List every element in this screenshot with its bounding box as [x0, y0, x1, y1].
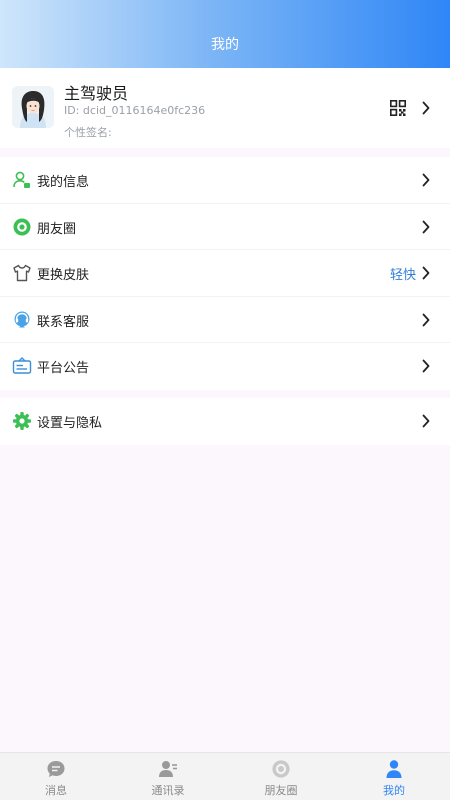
chevron-right-icon — [422, 220, 430, 233]
page-title: 我的 — [211, 37, 239, 53]
chevron-right-icon — [422, 266, 430, 280]
chevron-right-icon — [422, 173, 430, 187]
profile-name: 主驾驶员 — [64, 84, 129, 103]
menu-item-customer-service[interactable]: 联系客服 — [0, 297, 450, 344]
tab-label: 我的 — [383, 784, 405, 797]
announcement-icon — [12, 357, 32, 375]
skin-value: 轻快 — [389, 268, 416, 284]
qr-code-icon[interactable] — [390, 100, 406, 116]
chevron-right-icon — [422, 359, 430, 373]
menu-label: 联系客服 — [37, 314, 90, 330]
menu-label: 平台公告 — [37, 361, 90, 377]
tshirt-icon — [13, 264, 31, 282]
tab-label: 通讯录 — [151, 784, 185, 797]
app-header: 我的 — [0, 0, 450, 68]
settings-icon — [13, 412, 31, 430]
customer-service-icon — [14, 311, 30, 328]
menu-item-my-info[interactable]: 我的信息 — [0, 157, 450, 204]
tab-me[interactable]: 我的 — [338, 753, 450, 800]
profile-id: ID: dcid_0116164e0fc236 — [64, 104, 206, 117]
chevron-right-icon — [422, 313, 430, 327]
menu-item-moments[interactable]: 朋友圈 — [0, 204, 450, 251]
contacts-icon — [159, 761, 177, 777]
user-info-icon — [13, 171, 30, 188]
menu-label: 朋友圈 — [37, 221, 77, 237]
menu-item-settings-privacy[interactable]: 设置与隐私 — [0, 398, 450, 445]
chevron-right-icon — [422, 414, 430, 428]
bottom-tab-bar: 消息 通讯录 朋友圈 我的 — [0, 752, 450, 800]
chat-icon — [47, 761, 65, 777]
tab-moments[interactable]: 朋友圈 — [225, 753, 337, 800]
menu-group-main: 我的信息 朋友圈 更换皮肤 轻快 联系客服 平台公告 — [0, 157, 450, 390]
menu-item-announcement[interactable]: 平台公告 — [0, 343, 450, 390]
menu-label: 更换皮肤 — [37, 268, 90, 284]
menu-label: 设置与隐私 — [37, 416, 103, 431]
tab-contacts[interactable]: 通讯录 — [112, 753, 224, 800]
chevron-right-icon[interactable] — [422, 101, 430, 115]
menu-item-change-skin[interactable]: 更换皮肤 轻快 — [0, 250, 450, 297]
profile-icon — [386, 760, 402, 778]
moments-icon — [272, 760, 290, 778]
menu-group-settings: 设置与隐私 — [0, 398, 450, 445]
avatar[interactable] — [12, 86, 54, 128]
moments-icon — [13, 218, 31, 236]
menu-label: 我的信息 — [37, 175, 90, 190]
tab-label: 朋友圈 — [264, 784, 298, 797]
profile-signature: 个性签名: — [64, 126, 112, 139]
profile-card[interactable]: 主驾驶员 ID: dcid_0116164e0fc236 个性签名: — [0, 68, 450, 148]
tab-label: 消息 — [45, 784, 67, 797]
tab-messages[interactable]: 消息 — [0, 753, 112, 800]
